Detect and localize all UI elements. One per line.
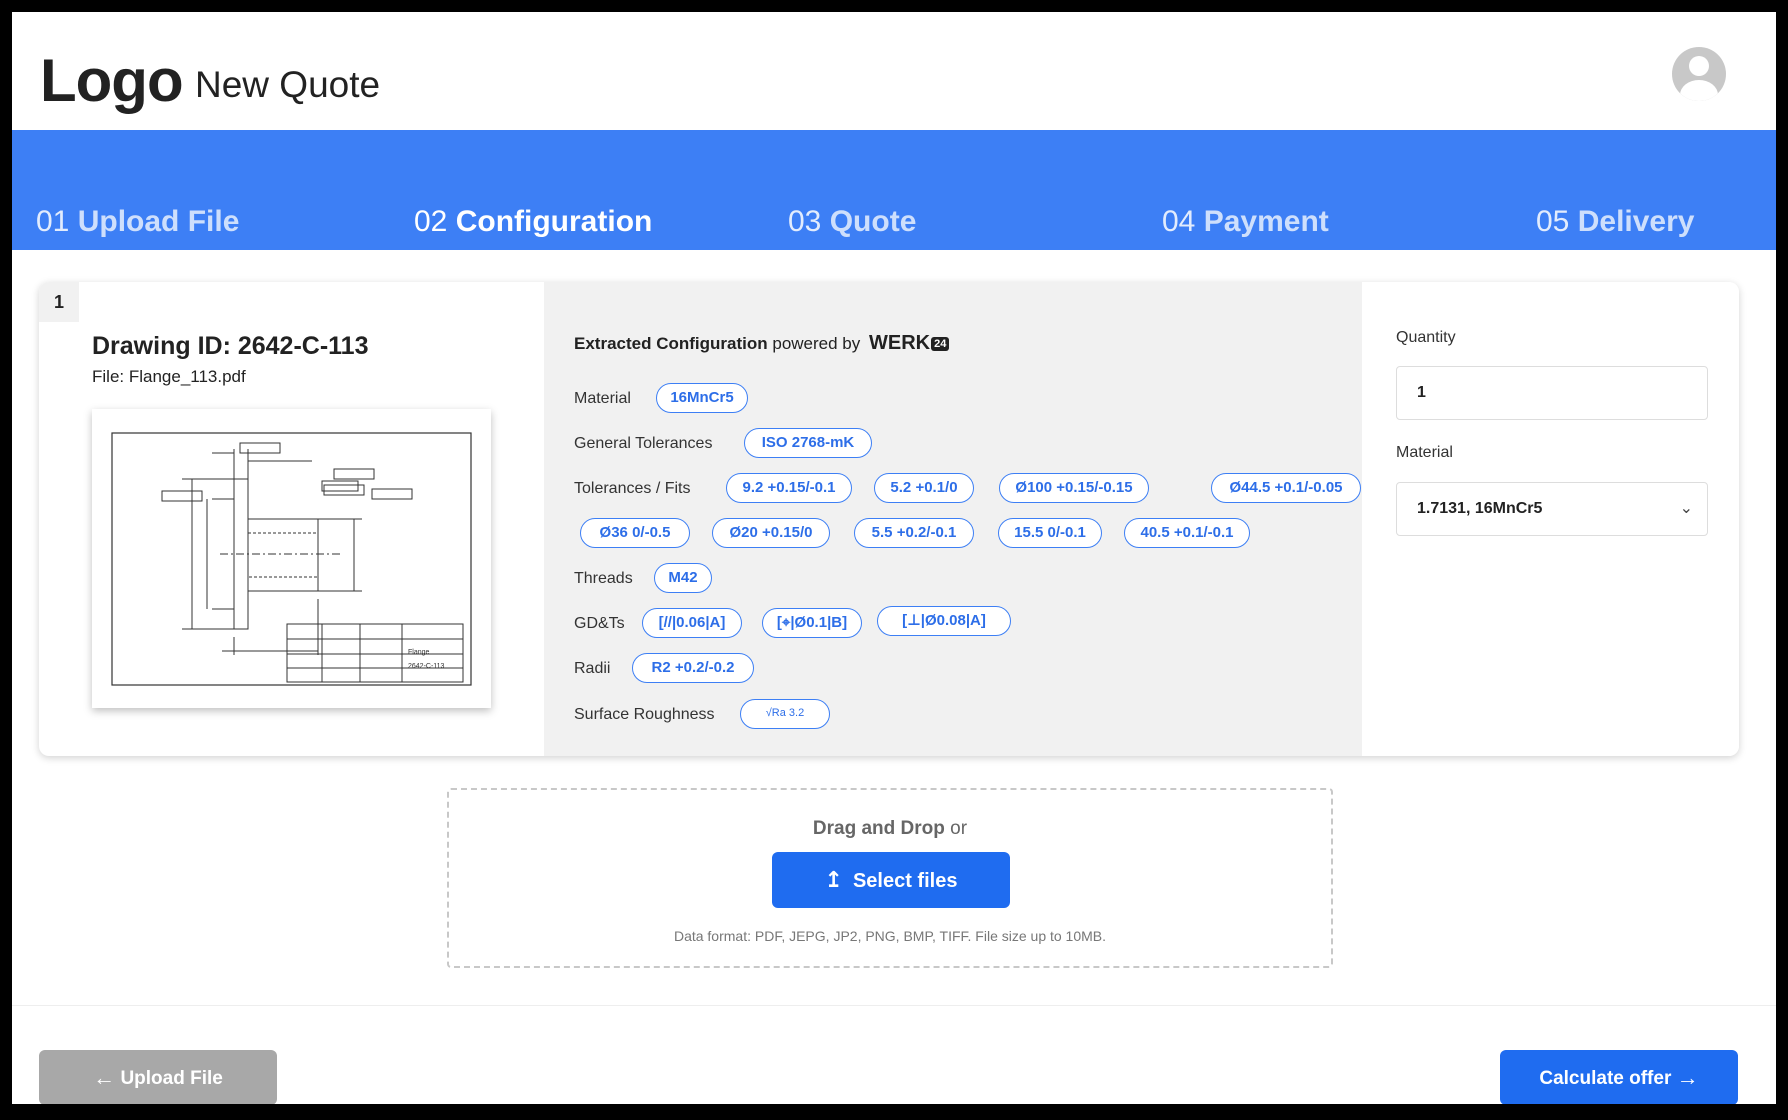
item-number: 1: [39, 282, 79, 322]
tolerance-chip[interactable]: Ø36 0/-0.5: [580, 518, 690, 548]
quantity-label: Quantity: [1396, 329, 1456, 346]
step-label: Payment: [1203, 205, 1329, 238]
gdt-chip[interactable]: [//|0.06|A]: [642, 608, 742, 638]
gdt-chip[interactable]: [⌖|Ø0.1|B]: [762, 608, 862, 638]
extracted-configuration-panel: Extracted Configuration powered by WERK 2…: [544, 282, 1362, 756]
step-delivery[interactable]: 05 Delivery: [1536, 205, 1694, 239]
material-select-value: 1.7131, 16MnCr5: [1417, 500, 1543, 517]
step-label: Delivery: [1577, 205, 1695, 238]
select-files-label: Select files: [852, 870, 958, 892]
thread-chip[interactable]: M42: [654, 563, 712, 593]
quantity-input[interactable]: 1: [1396, 366, 1708, 420]
step-label: Quote: [829, 205, 917, 238]
step-navigation: 01 Upload File 02 Configuration 03 Quote…: [12, 130, 1776, 250]
werk24-logo: WERK 24: [868, 332, 950, 354]
thumbnail-title: Flange: [408, 649, 430, 656]
quote-item-card: 1 Drawing ID: 2642-C-113 File: Flange_11…: [39, 282, 1739, 756]
step-configuration[interactable]: 02 Configuration: [414, 205, 652, 239]
step-number: 01: [36, 205, 70, 238]
or-text: or: [950, 818, 968, 839]
step-number: 04: [1162, 205, 1196, 238]
back-upload-file-button[interactable]: ← Upload File: [39, 1050, 277, 1104]
file-format-note: Data format: PDF, JEPG, JP2, PNG, BMP, T…: [673, 928, 1107, 944]
tolerance-chip[interactable]: 40.5 +0.1/-0.1: [1124, 518, 1250, 548]
surface-roughness-label: Surface Roughness: [574, 706, 715, 723]
tolerance-chip[interactable]: 15.5 0/-0.1: [998, 518, 1102, 548]
drawing-id: Drawing ID: 2642-C-113: [92, 332, 369, 360]
tolerance-chip[interactable]: 9.2 +0.15/-0.1: [726, 473, 852, 503]
brand-badge: 24: [931, 336, 950, 351]
arrow-left-icon: ←: [93, 1065, 116, 1090]
tolerance-chip[interactable]: Ø20 +0.15/0: [712, 518, 830, 548]
chevron-down-icon: ⌄: [1679, 500, 1693, 517]
item-options-panel: Quantity 1 Material 1.7131, 16MnCr5 ⌄: [1362, 282, 1739, 756]
threads-label: Threads: [574, 570, 633, 587]
page-title: New Quote: [195, 64, 381, 105]
radius-chip[interactable]: R2 +0.2/-0.2: [632, 653, 754, 683]
heading-bold: Extracted Configuration: [574, 334, 768, 353]
step-number: 02: [414, 205, 448, 238]
step-quote[interactable]: 03 Quote: [788, 205, 916, 239]
brand-name: WERK: [868, 332, 931, 354]
next-button-label: Calculate offer: [1539, 1068, 1672, 1089]
drop-zone-text: Drag and Drop or: [449, 818, 1331, 840]
user-avatar-icon[interactable]: [1672, 47, 1726, 101]
thumbnail-number: 2642-C-113: [408, 663, 445, 670]
arrow-right-icon: →: [1676, 1065, 1699, 1090]
app-window: Logo New Quote 01 Upload File 02 Configu…: [12, 12, 1776, 1104]
radii-label: Radii: [574, 660, 611, 677]
avatar-body-shape: [1680, 80, 1718, 101]
avatar-head-shape: [1689, 56, 1709, 76]
gdt-chip[interactable]: [⊥|Ø0.08|A]: [877, 606, 1011, 636]
upload-arrow-icon: ↥: [824, 867, 843, 892]
step-upload-file[interactable]: 01 Upload File: [36, 205, 239, 239]
step-payment[interactable]: 04 Payment: [1162, 205, 1329, 239]
material-select[interactable]: 1.7131, 16MnCr5 ⌄: [1396, 482, 1708, 536]
configuration-heading: Extracted Configuration powered by WERK 2…: [574, 332, 950, 355]
step-label: Upload File: [77, 205, 240, 238]
tolerances-fits-label: Tolerances / Fits: [574, 480, 691, 497]
material-chip[interactable]: 16MnCr5: [656, 383, 748, 413]
logo[interactable]: Logo: [40, 46, 184, 115]
file-drop-zone[interactable]: Drag and Drop or ↥ Select files Data form…: [447, 788, 1333, 968]
gdts-label: GD&Ts: [574, 615, 625, 632]
tolerance-chip[interactable]: 5.5 +0.2/-0.1: [854, 518, 974, 548]
material-select-label: Material: [1396, 444, 1453, 461]
tolerance-chip[interactable]: Ø100 +0.15/-0.15: [999, 473, 1149, 503]
drag-drop-text: Drag and Drop: [812, 818, 945, 839]
step-label: Configuration: [455, 205, 653, 238]
file-name: File: Flange_113.pdf: [92, 367, 246, 386]
calculate-offer-button[interactable]: Calculate offer →: [1500, 1050, 1738, 1104]
step-number: 05: [1536, 205, 1570, 238]
heading-rest: powered by: [772, 334, 861, 353]
tolerance-chip[interactable]: 5.2 +0.1/0: [874, 473, 974, 503]
general-tolerance-chip[interactable]: ISO 2768-mK: [744, 428, 872, 458]
back-button-label: Upload File: [120, 1068, 223, 1089]
surface-roughness-chip[interactable]: √Ra 3.2: [740, 699, 830, 729]
select-files-button[interactable]: ↥ Select files: [772, 852, 1010, 908]
footer-bar: ← Upload File Calculate offer →: [12, 1005, 1776, 1104]
material-label: Material: [574, 390, 631, 407]
header: Logo New Quote: [12, 12, 1776, 130]
drawing-thumbnail[interactable]: Flange 2642-C-113: [92, 409, 491, 708]
step-number: 03: [788, 205, 822, 238]
general-tolerances-label: General Tolerances: [574, 435, 713, 452]
tolerance-chip[interactable]: Ø44.5 +0.1/-0.05: [1211, 473, 1361, 503]
technical-drawing-image: Flange 2642-C-113: [111, 432, 472, 686]
